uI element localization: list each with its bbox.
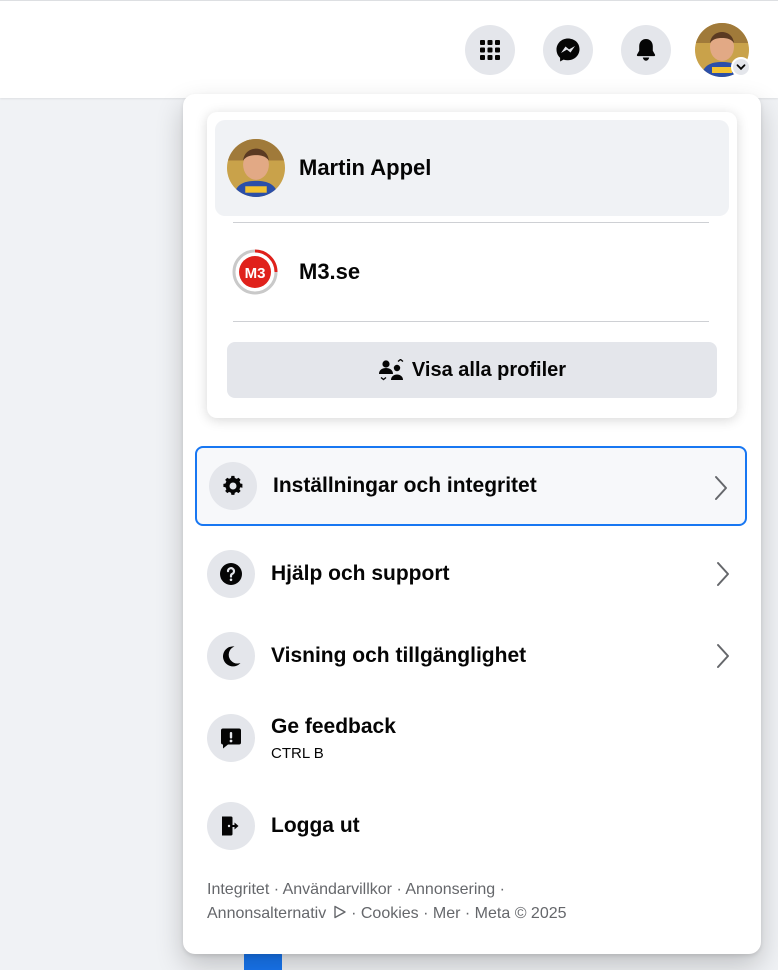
menu-item-display-accessibility[interactable]: Visning och tillgänglighet	[195, 616, 747, 696]
avatar	[227, 139, 285, 197]
menu-item-label: Ge feedback	[271, 714, 396, 738]
menu-grid-icon	[480, 40, 500, 60]
chevron-down-icon	[731, 57, 751, 77]
top-navigation-bar	[0, 0, 778, 98]
gear-icon	[223, 475, 243, 495]
menu-item-settings-privacy[interactable]: Inställningar och integritet	[195, 446, 747, 526]
logout-icon	[222, 816, 239, 836]
background-element	[244, 952, 282, 970]
svg-text:M3: M3	[245, 265, 266, 282]
footer-link-terms[interactable]: Användarvillkor	[283, 881, 392, 898]
view-all-profiles-button[interactable]: Visa alla profiler	[227, 342, 717, 398]
footer-links: Integritet · Användarvillkor · Annonseri…	[207, 881, 567, 922]
profile-item-active[interactable]: Martin Appel	[215, 120, 729, 216]
menu-grid-button[interactable]	[465, 25, 515, 75]
chevron-right-icon	[715, 476, 727, 500]
profile-name: M3.se	[299, 259, 361, 284]
switch-profiles-icon	[378, 359, 404, 381]
profiles-card: Martin Appel M3 M3.se Visa alla profiler	[207, 112, 737, 418]
footer-link-privacy[interactable]: Integritet	[207, 881, 269, 898]
account-avatar-button[interactable]	[695, 23, 751, 77]
menu-item-label: Logga ut	[271, 814, 360, 837]
menu-item-help-support[interactable]: Hjälp och support	[195, 534, 747, 614]
view-all-profiles-label: Visa alla profiler	[411, 358, 567, 381]
chevron-right-icon	[717, 562, 729, 586]
moon-icon-container	[207, 632, 255, 680]
divider	[233, 222, 709, 223]
notifications-button[interactable]	[621, 25, 671, 75]
question-icon	[220, 563, 242, 585]
m3-logo: M3	[231, 248, 279, 296]
footer-copyright: Meta © 2025	[474, 905, 567, 922]
footer-link-ad-choices[interactable]: Annonsalternativ	[207, 905, 347, 922]
footer-link-more[interactable]: Mer	[433, 905, 461, 922]
bell-icon	[636, 39, 656, 61]
menu-item-label: Hjälp och support	[271, 562, 450, 585]
account-dropdown-menu: Martin Appel M3 M3.se Visa alla profiler…	[183, 94, 761, 954]
menu-item-give-feedback[interactable]: Ge feedback CTRL B	[195, 698, 747, 778]
ad-choices-icon	[333, 905, 346, 919]
menu-item-logout[interactable]: Logga ut	[195, 786, 747, 866]
menu-item-label: Inställningar och integritet	[273, 474, 537, 497]
feedback-icon	[221, 728, 241, 749]
footer-link-cookies[interactable]: Cookies	[361, 905, 419, 922]
profile-name: Martin Appel	[299, 155, 432, 180]
divider	[233, 321, 709, 322]
messenger-button[interactable]	[543, 25, 593, 75]
menu-item-label: Visning och tillgänglighet	[271, 644, 527, 667]
footer-link-advertising[interactable]: Annonsering	[405, 881, 495, 898]
moon-icon	[222, 646, 241, 667]
messenger-icon	[556, 38, 580, 62]
menu-item-shortcut: CTRL B	[271, 744, 324, 762]
feedback-icon-container	[207, 714, 255, 762]
logout-icon-container	[207, 802, 255, 850]
chevron-right-icon	[717, 644, 729, 668]
profile-item-page[interactable]: M3 M3.se	[215, 224, 729, 320]
gear-icon-container	[209, 462, 257, 510]
question-icon-container	[207, 550, 255, 598]
